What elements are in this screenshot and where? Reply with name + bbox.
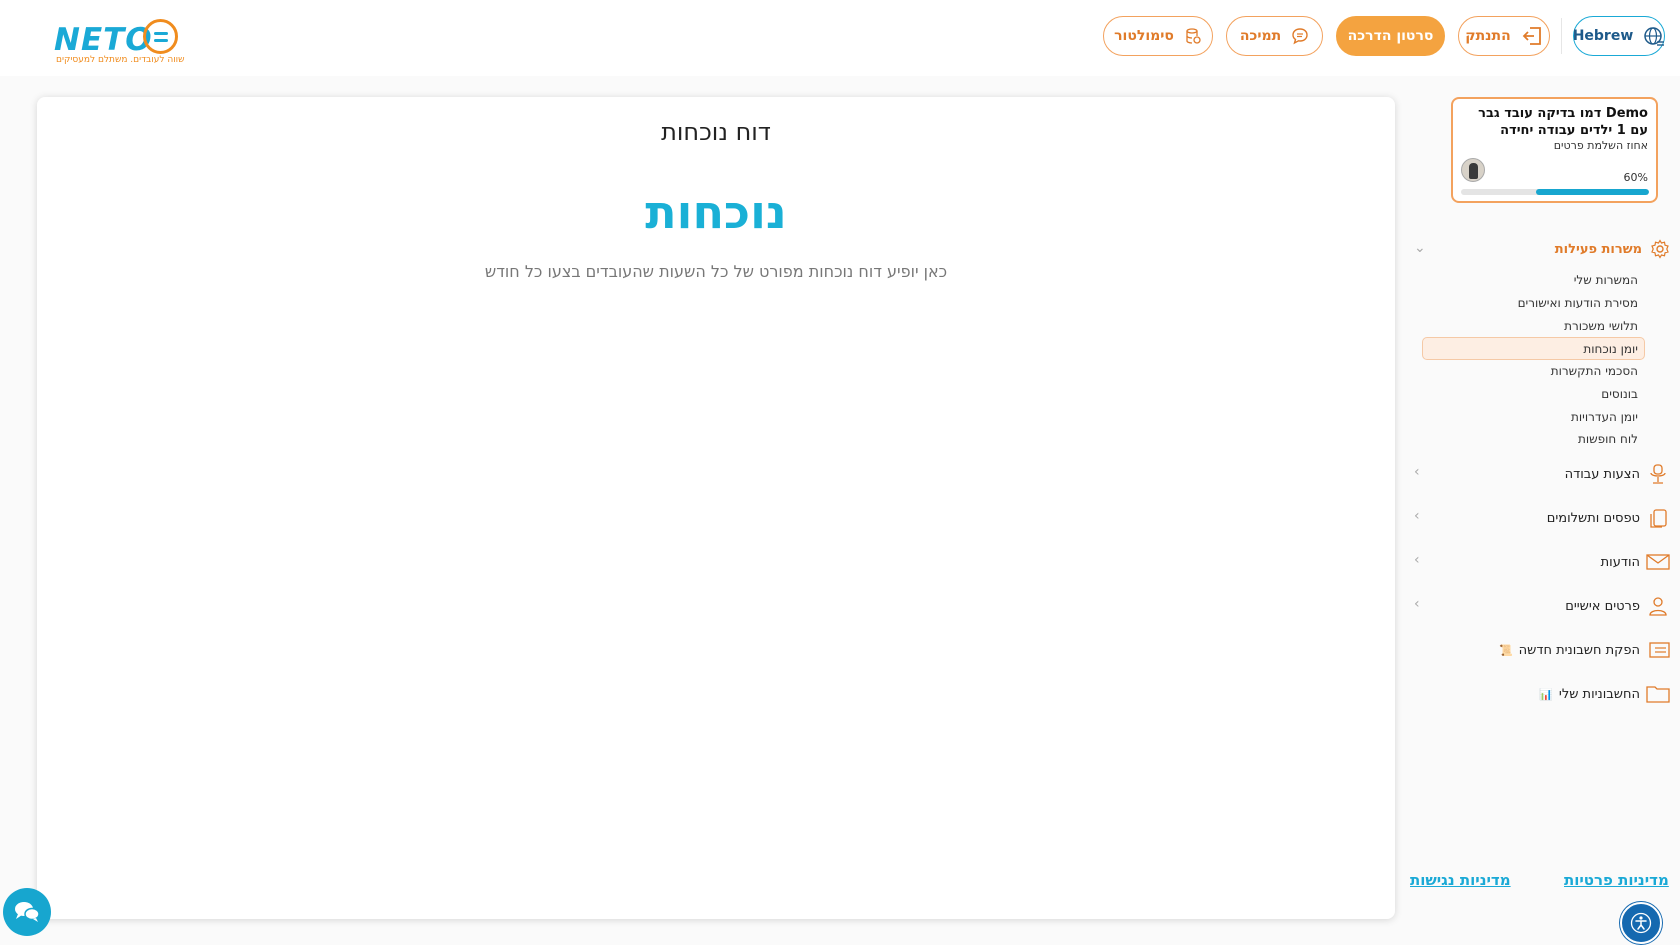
chevron-left-icon[interactable]: ‹ [1414, 596, 1420, 612]
sidebar-item-vacation-board[interactable]: לוח חופשות [1578, 432, 1638, 446]
chevron-left-icon[interactable]: ‹ [1414, 464, 1420, 480]
simulator-label: סימולטור [1114, 28, 1174, 44]
invoice-icon: $ [1646, 638, 1670, 662]
sidebar-item-messages-approvals[interactable]: מסירת הודעות ואישורים [1518, 296, 1638, 310]
language-label: Hebrew [1572, 28, 1634, 44]
header-divider [1561, 18, 1562, 54]
support-button[interactable]: תמיכה [1226, 16, 1323, 56]
accessibility-button[interactable] [1620, 902, 1662, 944]
section-description: כאן יופיע דוח נוכחות מפורט של כל השעות ש… [484, 262, 948, 281]
accessibility-policy-link[interactable]: מדיניות נגישות [1410, 871, 1511, 889]
envelope-icon [1646, 550, 1670, 574]
sidebar-item-label: הצעות עבודה [1564, 466, 1640, 482]
sidebar-item-my-jobs[interactable]: המשרות שלי [1574, 273, 1638, 287]
logout-icon [1522, 27, 1541, 45]
simulator-button[interactable]: סימולטור [1103, 16, 1213, 56]
sidebar-item-label: הודעות [1600, 554, 1640, 570]
sidebar-item-personal-details[interactable]: פרטים אישיים [1420, 592, 1670, 620]
top-header: NETO שווה לעובדים. משתלם למעסיקים Hebrew… [0, 0, 1680, 76]
logo-tagline: שווה לעובדים. משתלם למעסיקים [56, 55, 185, 65]
chair-icon [1646, 462, 1670, 486]
tutorial-label: סרטון הדרכה [1347, 28, 1434, 44]
chevron-left-icon[interactable]: ‹ [1414, 552, 1420, 568]
profile-progress-bar [1461, 189, 1649, 195]
language-button[interactable]: Hebrew [1573, 16, 1665, 56]
sidebar-item-attendance-log[interactable]: יומן נוכחות [1583, 342, 1638, 356]
sidebar-item-label: טפסים ותשלומים [1546, 510, 1640, 526]
support-label: תמיכה [1239, 28, 1282, 44]
sidebar-item-contracts[interactable]: הסכמי התקשרות [1551, 364, 1638, 378]
chat-widget-button[interactable] [3, 888, 51, 936]
avatar[interactable] [1461, 158, 1485, 182]
neto-logo[interactable]: NETO שווה לעובדים. משתלם למעסיקים [54, 18, 184, 68]
sidebar-item-new-invoice[interactable]: $ הפקת חשבונית חדשה 📜 [1420, 636, 1670, 664]
profile-completion-percent: 60% [1623, 171, 1648, 184]
sidebar-item-label: הפקת חשבונית חדשה [1518, 642, 1640, 658]
logout-button[interactable]: התנתק [1458, 16, 1550, 56]
database-icon [1186, 28, 1201, 44]
person-icon [1646, 594, 1670, 618]
chat-icon [1292, 28, 1308, 45]
privacy-policy-link[interactable]: מדיניות פרטיות [1564, 871, 1669, 889]
sidebar-item-messages[interactable]: הודעות [1420, 548, 1670, 576]
sidebar-item-my-invoices[interactable]: החשבוניות שלי 📊 [1420, 680, 1670, 708]
page-title: דוח נוכחות [661, 118, 771, 146]
profile-progress-fill [1536, 189, 1649, 195]
chart-emoji-icon: 📊 [1539, 687, 1553, 701]
profile-name: Demo דמו בדיקה עובד גבר עם 1 ילדים עבודה… [1478, 106, 1648, 138]
chat-bubbles-icon [15, 902, 40, 922]
sidebar-section-label: משרות פעילות [1554, 241, 1642, 257]
profile-card[interactable]: Demo דמו בדיקה עובד גבר עם 1 ילדים עבודה… [1451, 97, 1658, 203]
section-heading: נוכחות [645, 185, 787, 239]
documents-icon [1646, 506, 1670, 530]
chevron-left-icon[interactable]: ‹ [1414, 508, 1420, 524]
gear-icon [1651, 239, 1669, 259]
sidebar-section-active-jobs[interactable]: משרות פעילות [1430, 236, 1670, 262]
scroll-emoji-icon: 📜 [1498, 643, 1513, 657]
globe-icon [1644, 27, 1665, 46]
sidebar-item-payslips[interactable]: תלושי משכורת [1564, 319, 1638, 333]
logo-equals-icon [143, 19, 178, 54]
logo-wordmark: NETO [54, 22, 153, 58]
tutorial-video-button[interactable]: סרטון הדרכה [1336, 16, 1445, 56]
logout-label: התנתק [1465, 28, 1511, 44]
sidebar-item-job-offers[interactable]: הצעות עבודה [1420, 460, 1670, 488]
chevron-down-icon[interactable]: ⌄ [1414, 240, 1426, 256]
sidebar-item-label: החשבוניות שלי [1558, 686, 1640, 702]
accessibility-icon [1630, 912, 1652, 934]
sidebar-item-absences[interactable]: יומן העדרויות [1571, 410, 1638, 424]
sidebar-item-bonuses[interactable]: בונוסים [1601, 387, 1638, 401]
profile-completion-label: אחוז השלמת פרטים [1553, 139, 1648, 152]
folder-icon [1646, 682, 1670, 706]
sidebar-item-label: פרטים אישיים [1565, 598, 1640, 614]
sidebar-item-forms-payments[interactable]: טפסים ותשלומים [1420, 504, 1670, 532]
